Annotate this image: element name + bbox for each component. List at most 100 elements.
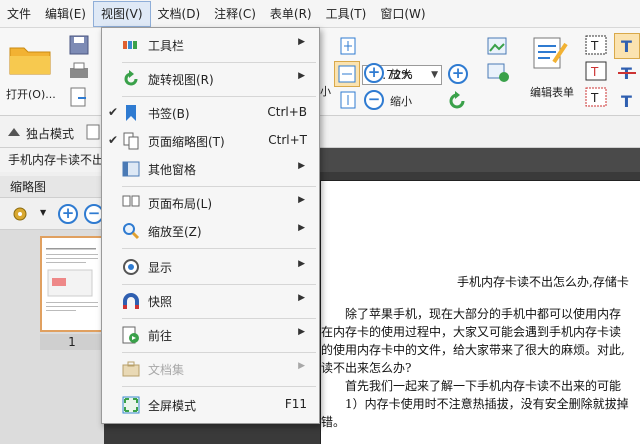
save-icon[interactable] bbox=[68, 34, 90, 56]
page-layout-icon bbox=[122, 195, 140, 207]
menu-window[interactable]: 窗口(W) bbox=[373, 1, 432, 27]
folder-icon bbox=[9, 47, 51, 75]
menu-item-toolbar[interactable]: 工具栏 ▶ bbox=[102, 32, 319, 59]
document-page: 手机内存卡读不出怎么办,存储卡 除了苹果手机，现在大部分的手机中都可以使用内存 … bbox=[320, 180, 640, 444]
gear-icon[interactable] bbox=[10, 204, 30, 224]
svg-text:T: T bbox=[621, 92, 632, 111]
go-to-icon bbox=[122, 326, 139, 344]
document-icon[interactable] bbox=[86, 124, 100, 140]
fit-page-icon[interactable] bbox=[338, 36, 358, 56]
fit-width-icon bbox=[338, 65, 356, 83]
ribbon-toolbar: 打开(O)... 91.72% ▼ + + 放大 − 缩小 小 编辑表单 T T… bbox=[0, 28, 640, 135]
actual-size-button[interactable] bbox=[334, 61, 360, 87]
chevron-down-icon[interactable]: ▼ bbox=[40, 208, 46, 217]
typewriter-icon: T bbox=[621, 37, 632, 56]
thumbnail-tools: ▼ + − bbox=[0, 198, 104, 230]
rotate-left-icon[interactable] bbox=[446, 90, 468, 112]
checkmark-icon: ✔ bbox=[108, 133, 119, 147]
menu-item-label: 旋转视图(R) bbox=[148, 73, 214, 87]
callout-icon[interactable]: T bbox=[584, 86, 608, 108]
menu-separator bbox=[122, 352, 316, 353]
menu-edit[interactable]: 编辑(E) bbox=[38, 1, 93, 27]
menu-item-label: 工具栏 bbox=[148, 39, 185, 53]
thumbnail-panel: 缩略图 ▼ + − 1 bbox=[0, 172, 104, 444]
text-field-icon[interactable]: T bbox=[584, 60, 608, 82]
typewriter-button[interactable]: T bbox=[614, 33, 640, 59]
document-line: 读不出来怎么办? bbox=[321, 361, 412, 375]
document-line: 1）内存卡使用时不注意热插拔，没有安全删除就拔掉 bbox=[345, 397, 629, 411]
submenu-arrow-icon: ▶ bbox=[298, 327, 305, 337]
zoom-in-magnifier-icon[interactable]: + bbox=[448, 64, 468, 84]
exclusive-mode-label[interactable]: 独占模式 bbox=[26, 125, 74, 142]
menu-item-label: 前往 bbox=[148, 329, 173, 343]
fullscreen-icon bbox=[122, 396, 140, 414]
document-line: 错。 bbox=[321, 415, 346, 429]
menu-item-label: 页面布局(L) bbox=[148, 197, 213, 211]
menu-view[interactable]: 视图(V) bbox=[92, 0, 151, 27]
menu-item-display[interactable]: 显示 ▶ bbox=[102, 254, 319, 281]
strikethrough-icon[interactable]: T bbox=[616, 62, 638, 84]
menu-item-page-layout[interactable]: 页面布局(L) ▶ bbox=[102, 190, 319, 217]
menu-item-other-panes[interactable]: 其他窗格 ▶ bbox=[102, 156, 319, 183]
display-eye-icon bbox=[123, 259, 139, 275]
menu-item-snapshot[interactable]: 快照 ▶ bbox=[102, 288, 319, 315]
bookmark-icon bbox=[126, 105, 136, 121]
menu-item-bookmarks[interactable]: ✔ 书签(B) Ctrl+B bbox=[102, 100, 319, 127]
submenu-arrow-icon: ▶ bbox=[298, 223, 305, 233]
menu-separator bbox=[122, 248, 316, 249]
svg-text:T: T bbox=[590, 65, 599, 79]
menu-item-label: 书签(B) bbox=[148, 107, 190, 121]
menu-file[interactable]: 文件 bbox=[0, 1, 38, 27]
edit-form-icon[interactable] bbox=[530, 34, 570, 72]
zoom-in-button[interactable]: + bbox=[364, 63, 384, 83]
menu-item-rotate-view[interactable]: 旋转视图(R) ▶ bbox=[102, 66, 319, 93]
page-thumbnail[interactable] bbox=[40, 236, 104, 332]
zoom-to-icon bbox=[123, 223, 140, 240]
menu-form[interactable]: 表单(R) bbox=[263, 1, 319, 27]
submenu-arrow-icon: ▶ bbox=[298, 161, 305, 171]
menu-item-label: 其他窗格 bbox=[148, 163, 197, 177]
zoom-out-label: 缩小 bbox=[390, 95, 412, 108]
menu-item-shortcut: F11 bbox=[284, 397, 307, 411]
document-tab[interactable]: 手机内存卡读不出 bbox=[0, 148, 104, 172]
menu-item-go-to[interactable]: 前往 ▶ bbox=[102, 322, 319, 349]
menu-separator bbox=[122, 96, 316, 97]
menu-item-zoom-to[interactable]: 缩放至(Z) ▶ bbox=[102, 218, 319, 245]
open-button[interactable]: 打开(O)... bbox=[4, 34, 60, 106]
menu-separator bbox=[122, 186, 316, 187]
svg-text:T: T bbox=[590, 91, 599, 105]
menu-item-page-thumbnails[interactable]: ✔ 页面缩略图(T) Ctrl+T bbox=[102, 128, 319, 155]
document-line: 首先我们一起来了解一下手机内存卡读不出来的可能 bbox=[345, 379, 622, 393]
text-box-icon[interactable]: T bbox=[584, 34, 608, 56]
submenu-arrow-icon: ▶ bbox=[298, 259, 305, 269]
menu-item-shortcut: Ctrl+T bbox=[268, 133, 307, 147]
document-line: 在内存卡的使用过程中，大家又可能会遇到手机内存卡读 bbox=[321, 325, 622, 339]
chevron-down-icon[interactable]: ▼ bbox=[431, 66, 438, 84]
document-tab-strip: 手机内存卡读不出 bbox=[0, 148, 640, 172]
menu-comment[interactable]: 注释(C) bbox=[207, 1, 263, 27]
highlight-text-icon[interactable]: T bbox=[616, 90, 638, 112]
fit-visible-icon[interactable] bbox=[338, 90, 358, 110]
menu-item-label: 快照 bbox=[148, 295, 173, 309]
menu-item-label: 页面缩略图(T) bbox=[148, 135, 225, 149]
menu-item-portfolio[interactable]: 文档集 ▶ bbox=[102, 356, 319, 383]
menu-document[interactable]: 文档(D) bbox=[151, 1, 208, 27]
menu-item-label: 缩放至(Z) bbox=[148, 225, 202, 239]
image-tool-icon[interactable] bbox=[486, 35, 510, 57]
zoom-in-label: 放大 bbox=[390, 68, 412, 81]
add-image-icon[interactable] bbox=[486, 61, 510, 83]
exclusive-mode-icon[interactable] bbox=[6, 124, 22, 140]
menu-item-shortcut: Ctrl+B bbox=[267, 105, 307, 119]
thumbnail-zoom-in-button[interactable]: + bbox=[58, 204, 78, 224]
menu-separator bbox=[122, 386, 316, 387]
export-icon[interactable] bbox=[68, 86, 90, 108]
document-line: 的使用内存卡中的文件，给大家带来了很大的麻烦。对此, bbox=[321, 343, 625, 357]
submenu-arrow-icon: ▶ bbox=[298, 293, 305, 303]
menu-item-label: 文档集 bbox=[148, 363, 185, 377]
zoom-out-button[interactable]: − bbox=[364, 90, 384, 110]
menu-tools[interactable]: 工具(T) bbox=[319, 1, 374, 27]
svg-text:T: T bbox=[621, 37, 632, 56]
print-icon[interactable] bbox=[68, 60, 90, 82]
open-label: 打开(O)... bbox=[6, 88, 56, 101]
menu-item-fullscreen[interactable]: 全屏模式 F11 bbox=[102, 392, 319, 419]
